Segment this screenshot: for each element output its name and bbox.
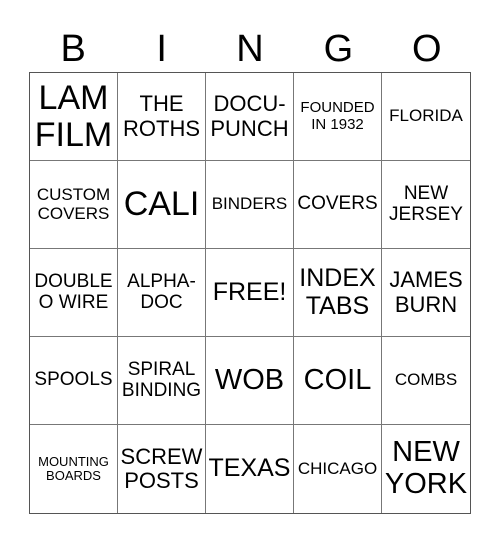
bingo-cell-label: WOB — [214, 363, 285, 396]
bingo-cell-label: ALPHA-DOC — [127, 270, 196, 313]
bingo-cell-label: JAMES BURN — [389, 267, 463, 317]
bingo-cell-label: DOCU-PUNCH — [210, 91, 289, 141]
bingo-cell-label: SCREW POSTS — [120, 443, 203, 493]
bingo-cell[interactable]: COIL — [294, 337, 382, 425]
bingo-cell[interactable]: NEW YORK — [382, 425, 470, 513]
bingo-cell[interactable]: JAMES BURN — [382, 249, 470, 337]
bingo-cell[interactable]: DOCU-PUNCH — [206, 73, 294, 161]
bingo-cell[interactable]: SPOOLS — [30, 337, 118, 425]
bingo-cell-label: INDEX TABS — [299, 264, 376, 320]
bingo-cell[interactable]: THE ROTHS — [118, 73, 206, 161]
bingo-cell[interactable]: ALPHA-DOC — [118, 249, 206, 337]
bingo-cell-label: COMBS — [394, 370, 458, 390]
bingo-cell[interactable]: WOB — [206, 337, 294, 425]
bingo-cell-label: CHICAGO — [297, 458, 378, 478]
bingo-cell[interactable]: SPIRAL BINDING — [118, 337, 206, 425]
bingo-header: B I N G O — [29, 26, 471, 72]
bingo-cell-label: THE ROTHS — [123, 91, 200, 141]
bingo-cell-label: COIL — [303, 363, 372, 396]
bingo-cell-label: NEW JERSEY — [389, 182, 463, 225]
bingo-cell[interactable]: TEXAS — [206, 425, 294, 513]
bingo-cell[interactable]: CHICAGO — [294, 425, 382, 513]
bingo-cell[interactable]: CALI — [118, 161, 206, 249]
bingo-cell[interactable]: MOUNTING BOARDS — [30, 425, 118, 513]
header-letter-n: N — [236, 28, 264, 70]
bingo-cell[interactable]: CUSTOM COVERS — [30, 161, 118, 249]
bingo-cell-label: LAM FILM — [34, 78, 113, 154]
bingo-cell[interactable]: FLORIDA — [382, 73, 470, 161]
bingo-cell[interactable]: NEW JERSEY — [382, 161, 470, 249]
bingo-cell[interactable]: LAM FILM — [30, 73, 118, 161]
header-letter-g: G — [323, 28, 354, 70]
bingo-cell-label: BINDERS — [211, 194, 288, 214]
bingo-cell-label: SPIRAL BINDING — [121, 358, 202, 401]
bingo-cell[interactable]: INDEX TABS — [294, 249, 382, 337]
bingo-cell-label: CUSTOM COVERS — [36, 184, 111, 223]
bingo-cell-label: NEW YORK — [384, 436, 468, 500]
bingo-cell[interactable]: COVERS — [294, 161, 382, 249]
bingo-cell-label: MOUNTING BOARDS — [38, 453, 109, 483]
bingo-cell-label: SPOOLS — [34, 369, 113, 391]
bingo-cell-label: TEXAS — [208, 454, 291, 483]
bingo-cell-label: COVERS — [297, 193, 378, 215]
bingo-cell[interactable]: SCREW POSTS — [118, 425, 206, 513]
header-letter-o: O — [412, 28, 442, 70]
bingo-cell[interactable]: FREE! — [206, 249, 294, 337]
bingo-cell[interactable]: DOUBLE O WIRE — [30, 249, 118, 337]
bingo-cell-label: FREE! — [212, 277, 287, 306]
bingo-cell[interactable]: FOUNDED IN 1932 — [294, 73, 382, 161]
bingo-cell-label: CALI — [123, 185, 200, 224]
bingo-cell[interactable]: BINDERS — [206, 161, 294, 249]
bingo-card-grid: LAM FILM THE ROTHS DOCU-PUNCH FOUNDED IN 19… — [29, 72, 471, 514]
header-letter-b: B — [60, 28, 86, 70]
bingo-cell[interactable]: COMBS — [382, 337, 470, 425]
header-letter-i: I — [156, 28, 167, 70]
bingo-cell-label: FOUNDED IN 1932 — [300, 99, 375, 133]
bingo-cell-label: FLORIDA — [389, 106, 463, 126]
bingo-cell-label: DOUBLE O WIRE — [34, 270, 113, 313]
